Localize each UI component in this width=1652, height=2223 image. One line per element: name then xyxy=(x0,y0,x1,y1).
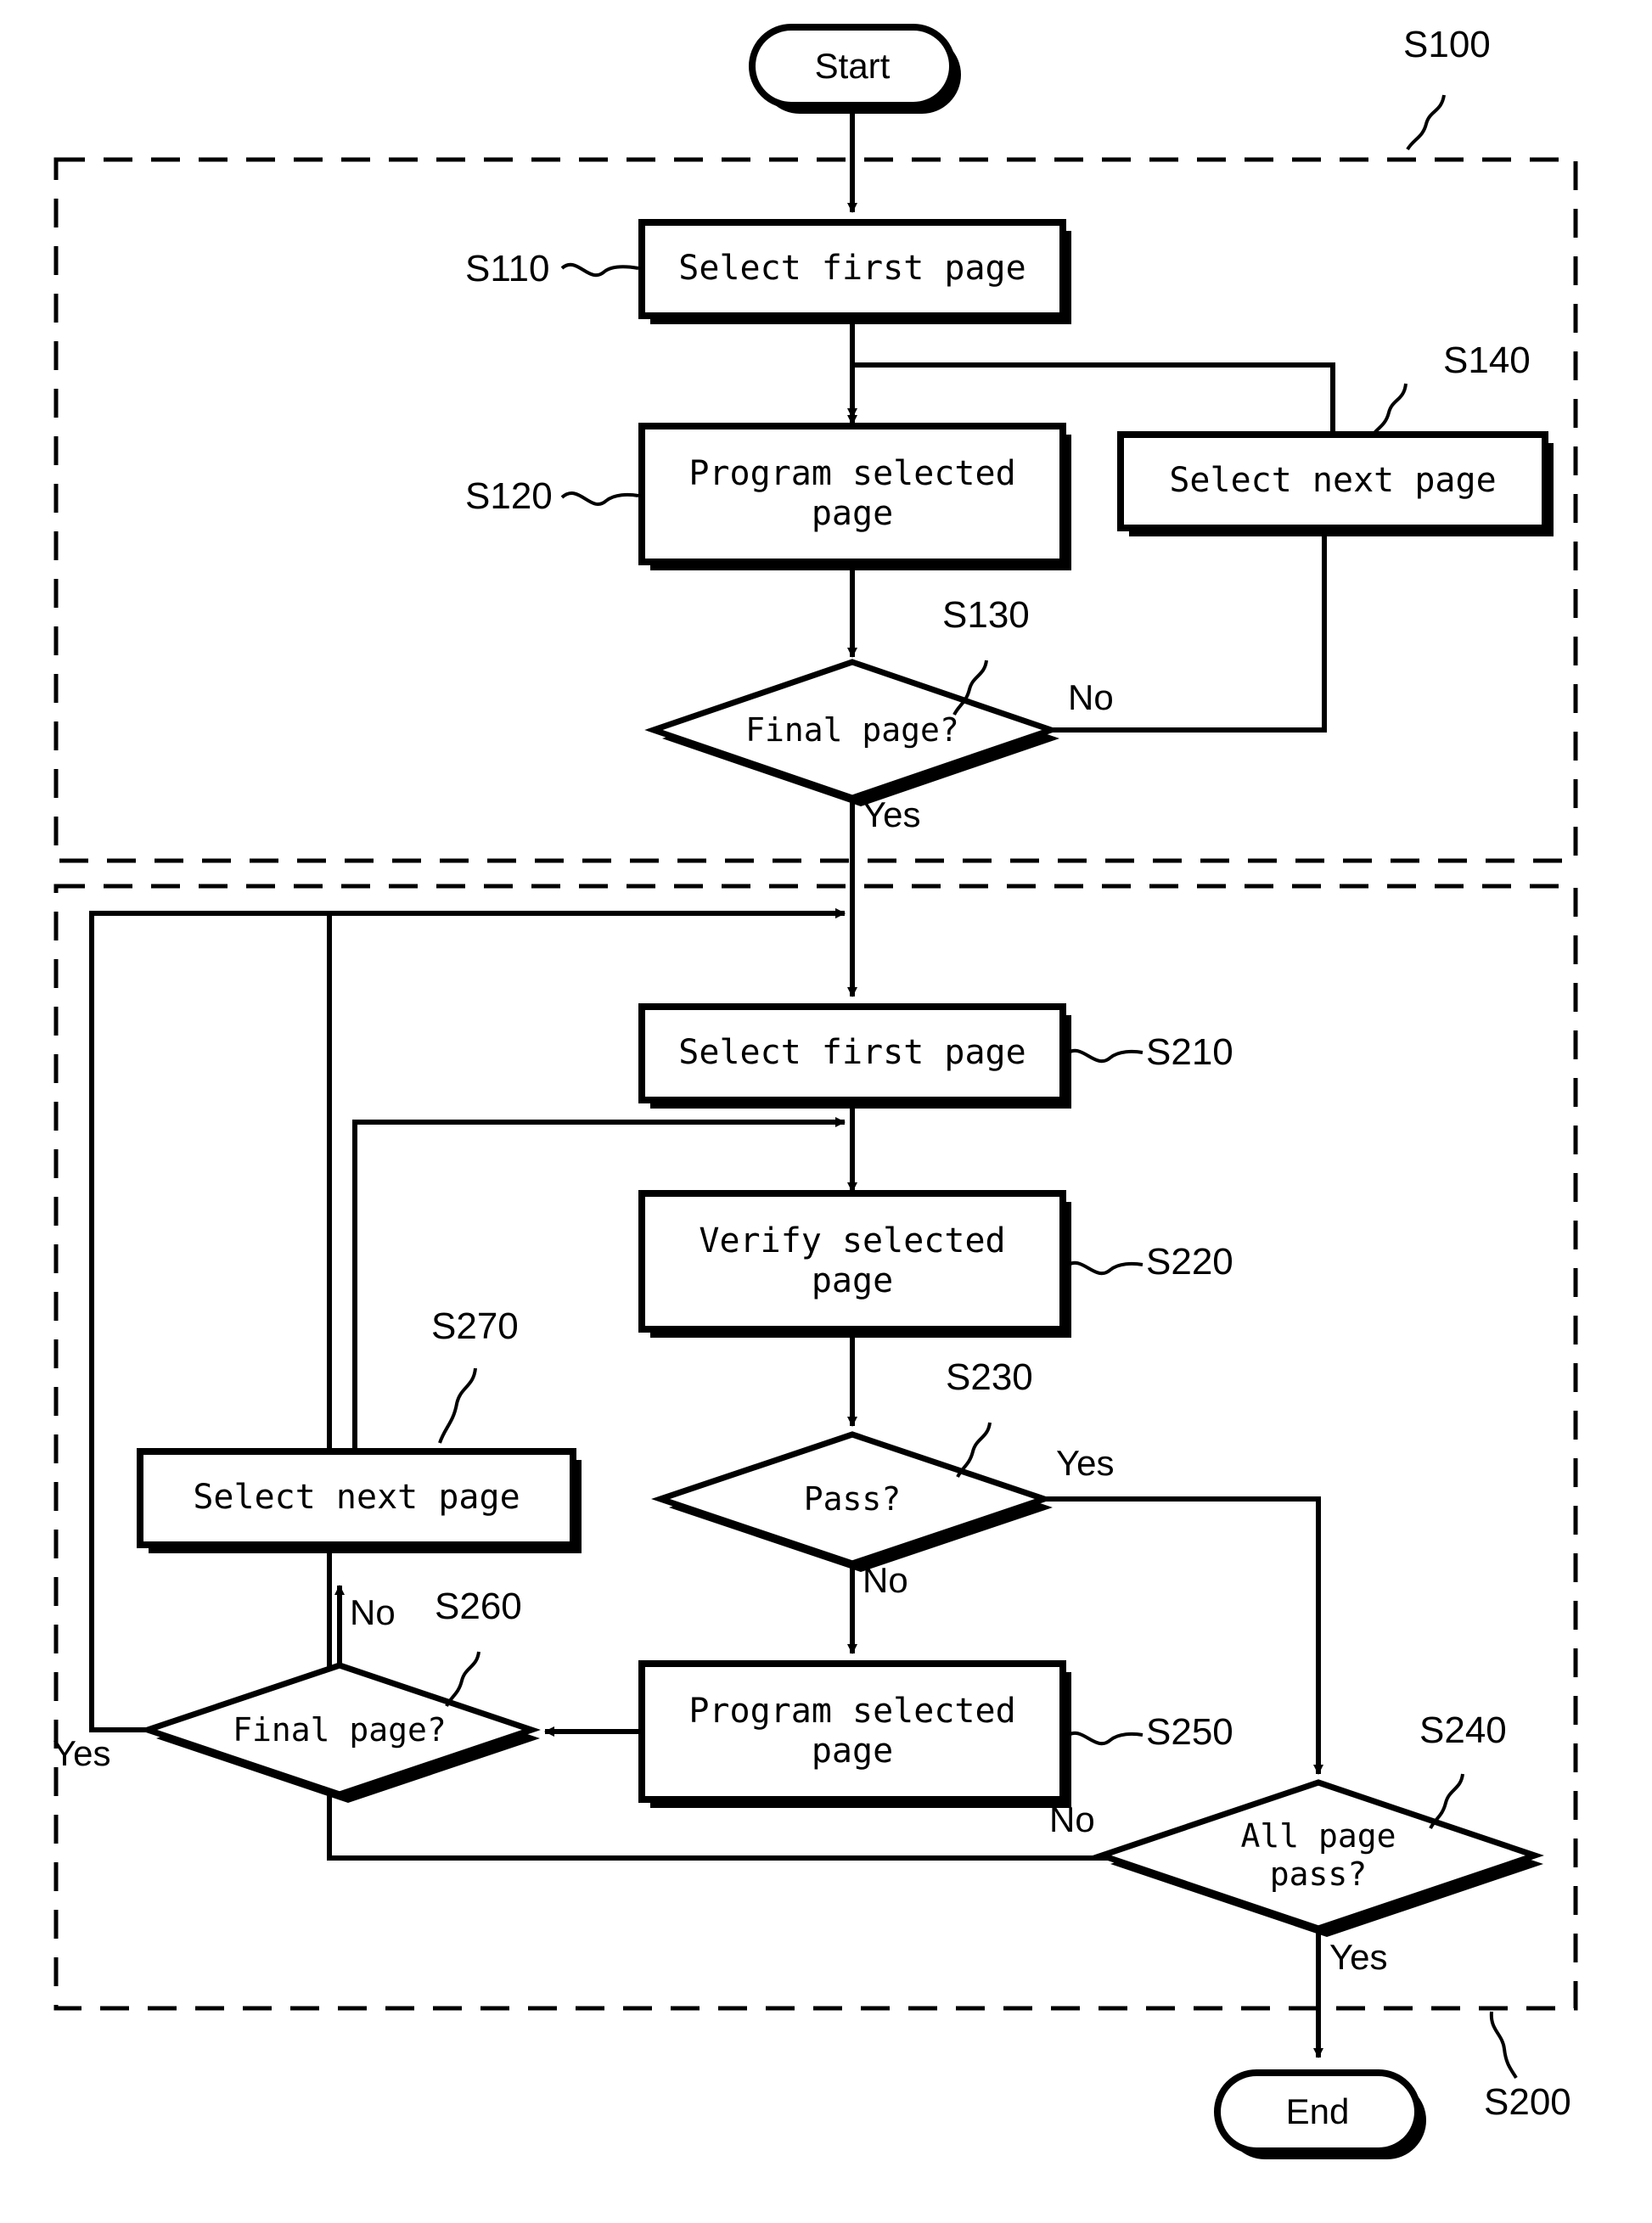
leader-s270 xyxy=(438,1367,477,1444)
flowchart-vector-layer xyxy=(53,24,1578,2159)
ref-label-s200: S200 xyxy=(1484,2081,1571,2123)
leader-s250 xyxy=(1065,1731,1143,1746)
node-s120 xyxy=(638,423,1066,565)
ref-label-s110: S110 xyxy=(465,248,550,289)
ref-label-s120: S120 xyxy=(465,475,553,517)
leader-s210 xyxy=(1065,1048,1143,1064)
leader-s200 xyxy=(1489,2011,1518,2080)
edge-label-s230-no: No xyxy=(863,1560,908,1600)
ref-label-s240: S240 xyxy=(1419,1709,1507,1751)
edge-label-s260-yes: Yes xyxy=(53,1733,111,1773)
ref-label-s220: S220 xyxy=(1146,1241,1233,1283)
node-s130 xyxy=(644,659,1060,801)
leader-s230 xyxy=(956,1422,992,1478)
ref-label-s100: S100 xyxy=(1403,24,1491,65)
edge-label-s230-yes: Yes xyxy=(1056,1443,1115,1483)
node-start xyxy=(749,24,956,109)
ref-label-s210: S210 xyxy=(1146,1031,1233,1073)
edge-label-s260-no: No xyxy=(350,1592,396,1632)
node-end xyxy=(1214,2069,1421,2154)
leader-s240 xyxy=(1429,1773,1464,1829)
node-s140 xyxy=(1117,431,1548,531)
ref-label-s270: S270 xyxy=(431,1305,519,1347)
leader-s120 xyxy=(560,491,639,506)
flowchart-canvas: Start End Select first page Program sele… xyxy=(0,0,1652,2223)
ref-label-s140: S140 xyxy=(1443,340,1531,381)
node-s230 xyxy=(651,1431,1054,1567)
node-s110 xyxy=(638,219,1066,319)
node-s220 xyxy=(638,1190,1066,1333)
node-s260 xyxy=(138,1662,541,1798)
edge-label-s130-yes: Yes xyxy=(863,794,921,834)
node-s250 xyxy=(638,1660,1066,1803)
leader-s140 xyxy=(1370,383,1408,438)
ref-label-s130: S130 xyxy=(942,594,1030,636)
node-s270 xyxy=(137,1448,576,1548)
ref-label-s230: S230 xyxy=(946,1356,1033,1398)
edge-label-s240-no: No xyxy=(1049,1799,1095,1839)
leader-s110 xyxy=(560,262,639,278)
leader-s100 xyxy=(1406,94,1446,151)
edge-label-s240-yes: Yes xyxy=(1329,1937,1388,1977)
leader-s260 xyxy=(445,1651,480,1707)
edge-label-s130-no: No xyxy=(1068,677,1114,717)
node-s210 xyxy=(638,1003,1066,1103)
node-s240 xyxy=(1093,1779,1544,1932)
leader-s220 xyxy=(1065,1260,1143,1276)
ref-label-s260: S260 xyxy=(435,1586,522,1627)
ref-label-s250: S250 xyxy=(1146,1711,1233,1753)
